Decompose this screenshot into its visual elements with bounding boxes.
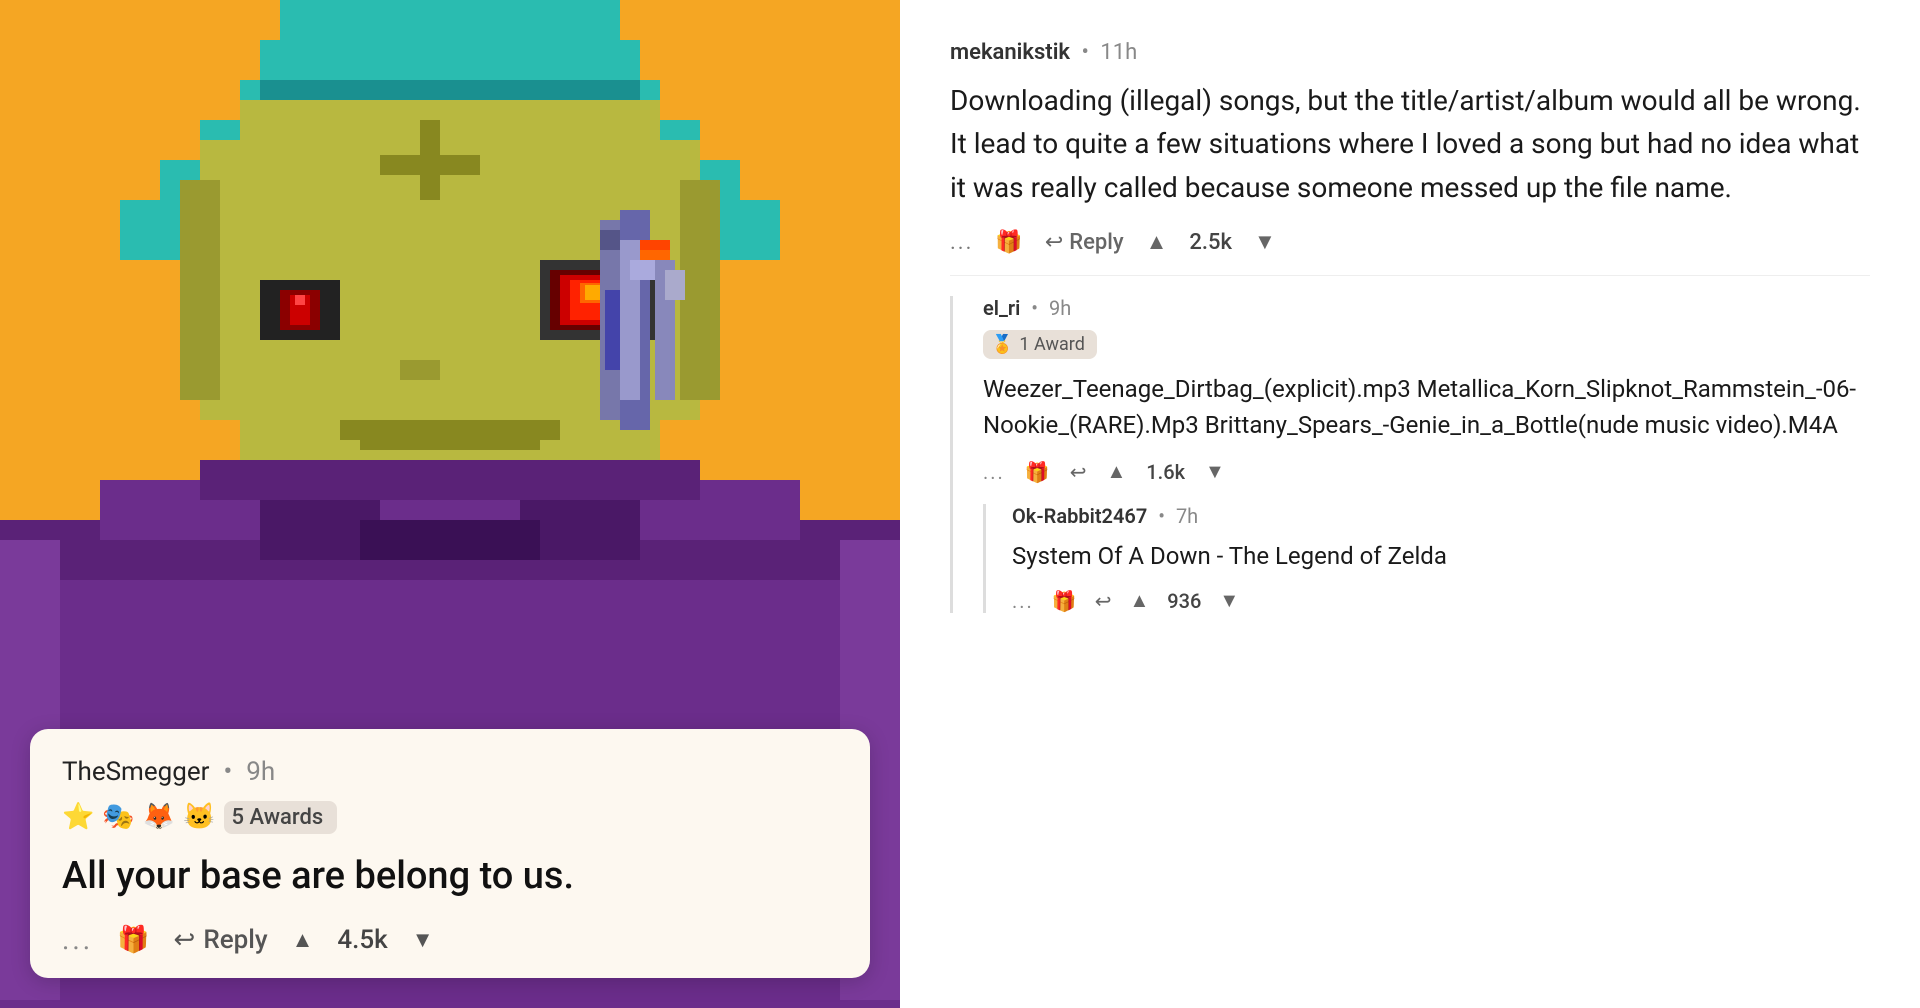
reply-1-header: el_ri • 9h [983,296,1870,320]
top-reply-label: Reply [1069,230,1123,255]
gift-icon: 🎁 [117,925,149,955]
nested-more-button[interactable]: ... [1012,589,1034,613]
top-comment-body: Downloading (illegal) songs, but the tit… [950,79,1870,209]
award-count-text: 5 Awards [232,805,324,830]
reply-1-downvote-button[interactable]: ▼ [1205,459,1225,484]
top-downvote-icon: ▼ [1254,229,1276,255]
reply-1-downvote-icon: ▼ [1205,459,1225,484]
left-panel: TheSmegger • 9h ⭐ 🎭 🦊 🐱 5 Awards All you… [0,0,900,1008]
nested-gift-icon: 🎁 [1052,589,1077,613]
vote-count: 4.5k [337,925,387,955]
award-icon-4: 🐱 [183,802,215,832]
award-icon-3: 🦊 [143,802,175,832]
top-comment-header: mekanikstik • 11h [950,40,1870,65]
awards-row: ⭐ 🎭 🦊 🐱 5 Awards [62,801,838,834]
comment-separator: • [223,757,232,787]
nested-reply-button[interactable]: ↩ [1095,589,1112,613]
comment-time: 9h [246,757,275,787]
reply-1-body: Weezer_Teenage_Dirtbag_(explicit).mp3 Me… [983,371,1870,443]
top-downvote-button[interactable]: ▼ [1254,229,1276,255]
top-comment-actions: ... 🎁 ↩ Reply ▲ 2.5k ▼ [950,229,1870,255]
award-count-badge: 5 Awards [224,801,338,834]
top-reply-icon: ↩ [1045,230,1063,255]
upvote-button[interactable]: ▲ [292,927,314,953]
comment-header: TheSmegger • 9h [62,757,838,787]
top-upvote-button[interactable]: ▲ [1146,229,1168,255]
top-vote-count: 2.5k [1189,230,1232,255]
reply-1-gift-icon: 🎁 [1025,460,1050,484]
nested-reply-icon: ↩ [1095,589,1112,613]
reply-1-award-icon: 🏅 [991,334,1013,355]
nested-username: Ok-Rabbit2467 [1012,504,1147,528]
nested-upvote-button[interactable]: ▲ [1130,588,1150,613]
comment-username: TheSmegger [62,757,209,787]
reply-1-actions: ... 🎁 ↩ ▲ 1.6k ▼ [983,459,1870,484]
top-comment-username: mekanikstik [950,40,1070,65]
nested-body: System Of A Down - The Legend of Zelda [1012,538,1870,574]
right-panel: mekanikstik • 11h Downloading (illegal) … [900,0,1920,1008]
upvote-icon: ▲ [292,927,314,953]
award-icon-1: ⭐ [62,802,94,832]
reply-1-vote-count: 1.6k [1146,460,1185,484]
reply-button[interactable]: ↩ Reply [174,925,268,955]
top-more-options-button[interactable]: ... [950,230,973,255]
nested-downvote-button[interactable]: ▼ [1219,588,1239,613]
nested-reply-thread: Ok-Rabbit2467 • 7h System Of A Down - Th… [983,504,1870,613]
top-gift-button[interactable]: 🎁 [995,230,1022,255]
comment-actions: ... 🎁 ↩ Reply ▲ 4.5k ▼ [62,923,838,956]
top-comment-sep: • [1082,40,1089,65]
reply-arrow-icon: ↩ [174,925,196,955]
nested-upvote-icon: ▲ [1130,588,1150,613]
top-comment-time: 11h [1100,40,1137,65]
reply-1-upvote-icon: ▲ [1107,459,1127,484]
nested-vote-count: 936 [1167,589,1201,613]
top-upvote-icon: ▲ [1146,229,1168,255]
reply-comment-1: el_ri • 9h 🏅 1 Award Weezer_Teenage_Dirt… [983,296,1870,613]
top-comment: mekanikstik • 11h Downloading (illegal) … [950,40,1870,276]
reply-1-upvote-button[interactable]: ▲ [1107,459,1127,484]
top-gift-icon: 🎁 [995,230,1022,255]
nested-header: Ok-Rabbit2467 • 7h [1012,504,1870,528]
nested-gift-button[interactable]: 🎁 [1052,589,1077,613]
reply-1-username: el_ri [983,296,1020,320]
reply-1-gift-button[interactable]: 🎁 [1025,460,1050,484]
reply-1-more-button[interactable]: ... [983,460,1005,484]
comment-text: All your base are belong to us. [62,852,838,901]
reply-1-award-badge: 🏅 1 Award [983,330,1097,359]
reply-1-sep: • [1031,296,1038,320]
top-reply-button[interactable]: ↩ Reply [1045,230,1124,255]
nested-time: 7h [1176,504,1198,528]
gift-button[interactable]: 🎁 [117,925,149,955]
nested-sep: • [1158,504,1165,528]
reply-label: Reply [203,925,267,955]
award-icon-2: 🎭 [102,802,134,832]
more-options-button[interactable]: ... [62,923,93,956]
downvote-button[interactable]: ▼ [412,927,434,953]
reply-1-time: 9h [1049,296,1071,320]
nested-downvote-icon: ▼ [1219,588,1239,613]
comment-card: TheSmegger • 9h ⭐ 🎭 🦊 🐱 5 Awards All you… [30,729,870,978]
reply-1-award-text: 1 Award [1019,334,1084,355]
reply-thread: el_ri • 9h 🏅 1 Award Weezer_Teenage_Dirt… [950,296,1870,613]
nested-actions: ... 🎁 ↩ ▲ 936 ▼ [1012,588,1870,613]
reply-1-reply-icon: ↩ [1070,460,1087,484]
reply-1-reply-button[interactable]: ↩ [1070,460,1087,484]
downvote-icon: ▼ [412,927,434,953]
